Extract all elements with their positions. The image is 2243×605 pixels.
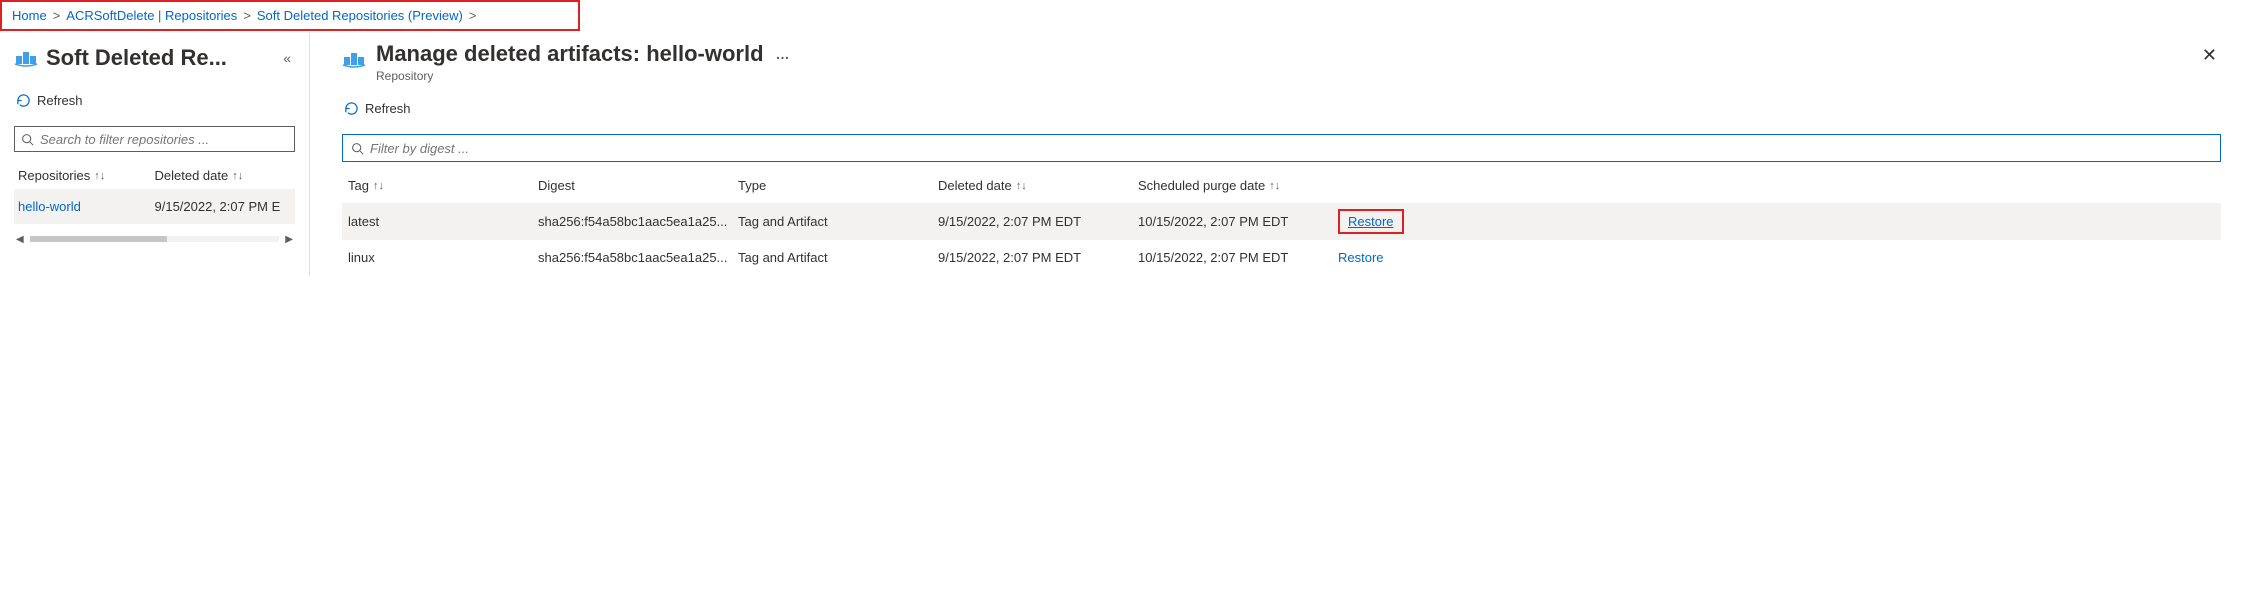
sidebar-title-text: Soft Deleted Re...: [46, 45, 227, 71]
col-type[interactable]: Type: [738, 178, 938, 193]
scroll-thumb[interactable]: [30, 236, 167, 242]
scroll-track[interactable]: [30, 236, 280, 242]
chevron-right-icon: >: [469, 8, 477, 23]
scroll-left-icon[interactable]: ◀: [14, 234, 26, 245]
search-icon: [351, 142, 364, 155]
repo-deleted-date: 9/15/2022, 2:07 PM E: [155, 199, 292, 214]
chevron-right-icon: >: [243, 8, 251, 23]
filter-box[interactable]: [342, 134, 2221, 162]
chevron-right-icon: >: [53, 8, 61, 23]
acr-icon: [342, 47, 366, 71]
breadcrumb: Home > ACRSoftDelete | Repositories > So…: [0, 0, 580, 31]
cell-tag: linux: [348, 250, 538, 265]
cell-digest: sha256:f54a58bc1aac5ea1a25...: [538, 214, 738, 229]
breadcrumb-item-soft-deleted[interactable]: Soft Deleted Repositories (Preview): [257, 8, 463, 23]
col-deleted-date[interactable]: Deleted date ↑↓: [938, 178, 1138, 193]
sidebar-title: Soft Deleted Re...: [14, 45, 227, 71]
scroll-right-icon[interactable]: ▶: [283, 234, 295, 245]
col-tag[interactable]: Tag ↑↓: [348, 178, 538, 193]
page-title: Manage deleted artifacts: hello-world …: [376, 41, 790, 67]
artifact-row[interactable]: linux sha256:f54a58bc1aac5ea1a25... Tag …: [342, 239, 2221, 275]
breadcrumb-item-home[interactable]: Home: [12, 8, 47, 23]
sidebar-search-input[interactable]: [40, 132, 288, 147]
col-repositories[interactable]: Repositories ↑↓: [18, 168, 155, 183]
close-button[interactable]: ✕: [2198, 41, 2221, 70]
filter-input[interactable]: [370, 141, 2212, 156]
breadcrumb-item-repositories[interactable]: ACRSoftDelete | Repositories: [66, 8, 237, 23]
cell-purge: 10/15/2022, 2:07 PM EDT: [1138, 214, 1338, 229]
sort-icon: ↑↓: [1016, 180, 1027, 192]
artifact-headers: Tag ↑↓ Digest Type Deleted date ↑↓ Sched…: [342, 168, 2221, 203]
artifact-table: Tag ↑↓ Digest Type Deleted date ↑↓ Sched…: [342, 168, 2221, 275]
main-panel: Manage deleted artifacts: hello-world … …: [310, 33, 2243, 275]
sidebar: Soft Deleted Re... « Refresh Repositorie…: [0, 33, 310, 275]
refresh-label: Refresh: [37, 93, 83, 108]
refresh-icon: [16, 93, 31, 108]
cell-deleted: 9/15/2022, 2:07 PM EDT: [938, 214, 1138, 229]
repo-name[interactable]: hello-world: [18, 199, 155, 214]
refresh-button[interactable]: Refresh: [14, 87, 295, 126]
cell-type: Tag and Artifact: [738, 250, 938, 265]
refresh-icon: [344, 101, 359, 116]
cell-tag: latest: [348, 214, 538, 229]
horizontal-scrollbar[interactable]: ◀ ▶: [14, 232, 295, 246]
col-purge-date[interactable]: Scheduled purge date ↑↓: [1138, 178, 1338, 193]
sort-icon: ↑↓: [1269, 180, 1280, 192]
restore-button[interactable]: Restore: [1338, 250, 1384, 265]
cell-type: Tag and Artifact: [738, 214, 938, 229]
main-refresh-button[interactable]: Refresh: [342, 95, 2221, 134]
restore-button[interactable]: Restore: [1338, 209, 1404, 234]
search-icon: [21, 133, 34, 146]
more-actions-icon[interactable]: …: [776, 46, 790, 62]
sidebar-search[interactable]: [14, 126, 295, 152]
refresh-label: Refresh: [365, 101, 411, 116]
cell-purge: 10/15/2022, 2:07 PM EDT: [1138, 250, 1338, 265]
repo-row[interactable]: hello-world 9/15/2022, 2:07 PM E: [14, 189, 295, 224]
artifact-row[interactable]: latest sha256:f54a58bc1aac5ea1a25... Tag…: [342, 203, 2221, 239]
cell-deleted: 9/15/2022, 2:07 PM EDT: [938, 250, 1138, 265]
cell-digest: sha256:f54a58bc1aac5ea1a25...: [538, 250, 738, 265]
sort-icon: ↑↓: [373, 180, 384, 192]
sidebar-column-headers: Repositories ↑↓ Deleted date ↑↓: [14, 162, 295, 189]
sort-icon: ↑↓: [94, 170, 105, 182]
sort-icon: ↑↓: [232, 170, 243, 182]
col-digest[interactable]: Digest: [538, 178, 738, 193]
collapse-icon[interactable]: «: [279, 46, 295, 70]
acr-icon: [14, 46, 38, 70]
page-subtitle: Repository: [376, 69, 790, 83]
col-deleted-date[interactable]: Deleted date ↑↓: [155, 168, 292, 183]
